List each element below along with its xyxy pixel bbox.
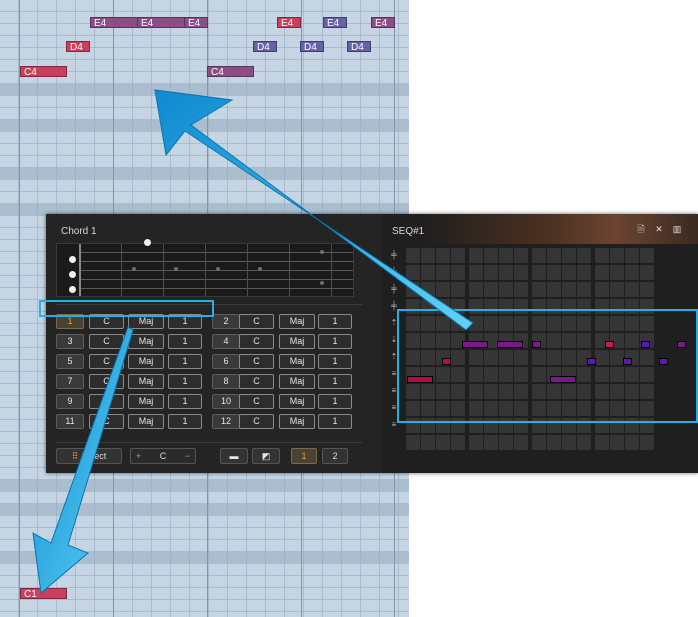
arrow-to-roll: [154, 89, 474, 331]
callout-arrows: [32, 89, 474, 594]
arrow-to-c1: [32, 326, 134, 594]
